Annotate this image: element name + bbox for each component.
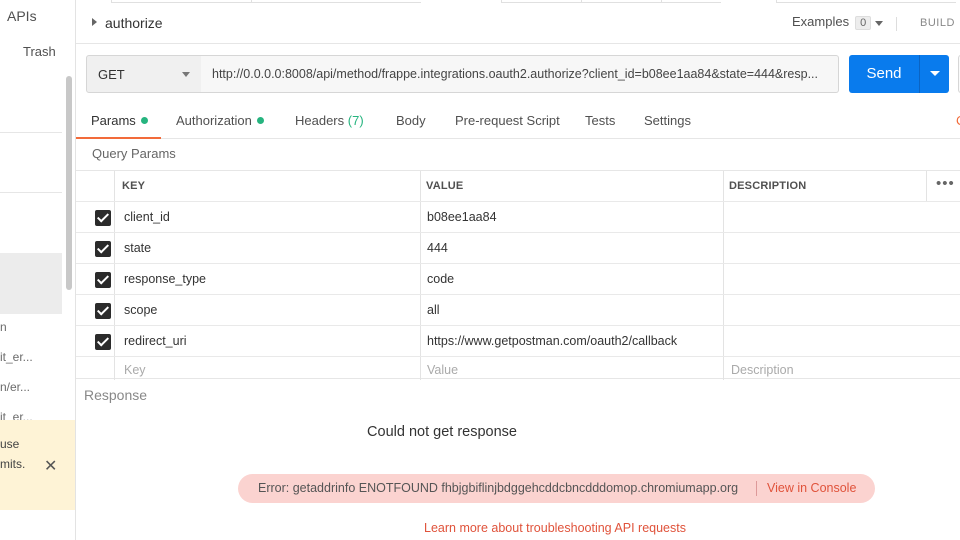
table-header-row: KEY VALUE DESCRIPTION ••• (76, 171, 960, 202)
param-key[interactable]: response_type (124, 272, 206, 286)
method-value: GET (98, 67, 125, 82)
column-header-value: VALUE (426, 180, 464, 192)
param-value[interactable]: code (427, 272, 454, 286)
tab-body[interactable]: Body (396, 113, 426, 128)
examples-count-badge: 0 (855, 16, 872, 30)
param-value[interactable]: 444 (427, 241, 448, 255)
error-divider (756, 481, 757, 496)
param-key[interactable]: redirect_uri (124, 334, 187, 348)
tab-tests[interactable]: Tests (585, 113, 615, 128)
sidebar-request-item[interactable]: n/er... (0, 380, 30, 394)
table-row: response_type code (76, 264, 960, 295)
param-checkbox[interactable] (95, 334, 111, 350)
request-name[interactable]: authorize (105, 15, 163, 31)
tab-label: Params (91, 113, 136, 128)
sidebar-scrollbar[interactable] (66, 76, 72, 290)
query-params-label: Query Params (92, 146, 176, 161)
tab-params[interactable]: Params (91, 113, 148, 128)
chevron-down-icon (182, 72, 190, 77)
sidebar-divider (0, 192, 62, 193)
banner-text: mits. (0, 457, 26, 471)
sidebar-item-trash[interactable]: Trash (23, 44, 56, 59)
tab-settings[interactable]: Settings (644, 113, 691, 128)
header-divider (896, 17, 897, 31)
url-value: http://0.0.0.0:8008/api/method/frappe.in… (212, 67, 819, 81)
param-value[interactable]: all (427, 303, 440, 317)
param-value[interactable]: b08ee1aa84 (427, 210, 497, 224)
table-row: client_id b08ee1aa84 (76, 202, 960, 233)
sidebar-selected-item[interactable] (0, 253, 62, 314)
chevron-down-icon[interactable] (875, 21, 883, 26)
tab-headers[interactable]: Headers (7) (295, 113, 364, 128)
sidebar-divider (0, 132, 62, 133)
troubleshooting-link[interactable]: Learn more about troubleshooting API req… (424, 521, 686, 535)
table-row: state 444 (76, 233, 960, 264)
more-options-icon[interactable]: ••• (936, 175, 955, 192)
new-key-input[interactable]: Key (124, 363, 146, 377)
param-checkbox[interactable] (95, 241, 111, 257)
tab-prerequest-script[interactable]: Pre-request Script (455, 113, 560, 128)
param-checkbox[interactable] (95, 303, 111, 319)
headers-count: (7) (347, 113, 364, 128)
sidebar: APIs Trash n it_er... n/er... it_er... u… (0, 0, 76, 540)
error-banner: Error: getaddrinfo ENOTFOUND fhbjgbiflin… (238, 474, 875, 503)
tab-label: Headers (295, 113, 345, 128)
method-select[interactable]: GET (86, 55, 202, 93)
view-in-console-link[interactable]: View in Console (767, 481, 856, 495)
query-params-table: KEY VALUE DESCRIPTION ••• client_id b08e… (76, 170, 960, 380)
examples-label: Examples (792, 14, 850, 29)
response-status: Could not get response (0, 424, 960, 440)
status-dot-icon (140, 117, 148, 124)
new-value-input[interactable]: Value (427, 363, 458, 377)
param-key[interactable]: state (124, 241, 151, 255)
expand-caret-icon[interactable] (92, 18, 97, 26)
send-options-button[interactable] (919, 55, 949, 93)
sidebar-item-apis[interactable]: APIs (7, 8, 37, 24)
response-status-text: Could not get response (367, 424, 517, 440)
examples-dropdown[interactable]: Examples 0 (792, 14, 872, 30)
error-message: Error: getaddrinfo ENOTFOUND fhbjgbiflin… (258, 481, 739, 495)
close-icon[interactable]: ✕ (44, 456, 57, 476)
param-key[interactable]: scope (124, 303, 157, 317)
tab-authorization[interactable]: Authorization (176, 113, 264, 128)
tab-label: Authorization (176, 113, 252, 128)
param-checkbox[interactable] (95, 210, 111, 226)
active-tab-indicator (76, 137, 161, 139)
request-tabs: Params Authorization Headers (7) Body Pr… (76, 104, 960, 139)
param-checkbox[interactable] (95, 272, 111, 288)
chevron-down-icon (930, 71, 940, 76)
param-key[interactable]: client_id (124, 210, 170, 224)
request-panel: authorize Examples 0 BUILD GET http://0.0… (76, 0, 960, 540)
new-param-row: Key Value Description (76, 357, 960, 380)
send-button[interactable]: Send (849, 55, 919, 93)
response-label: Response (84, 387, 148, 403)
url-input[interactable]: http://0.0.0.0:8008/api/method/frappe.in… (201, 55, 839, 93)
status-dot-icon (256, 117, 264, 124)
sidebar-request-item[interactable]: it_er... (0, 350, 33, 364)
cookies-link[interactable]: C (956, 113, 960, 128)
postman-window: APIs Trash n it_er... n/er... it_er... u… (0, 0, 960, 540)
table-row: scope all (76, 295, 960, 326)
column-header-description: DESCRIPTION (729, 180, 807, 192)
sidebar-request-item[interactable]: n (0, 320, 7, 334)
param-value[interactable]: https://www.getpostman.com/oauth2/callba… (427, 334, 677, 348)
new-description-input[interactable]: Description (731, 363, 794, 377)
column-header-key: KEY (122, 180, 146, 192)
build-button[interactable]: BUILD (920, 17, 955, 29)
table-row: redirect_uri https://www.getpostman.com/… (76, 326, 960, 357)
request-header: authorize Examples 0 BUILD (76, 4, 960, 44)
